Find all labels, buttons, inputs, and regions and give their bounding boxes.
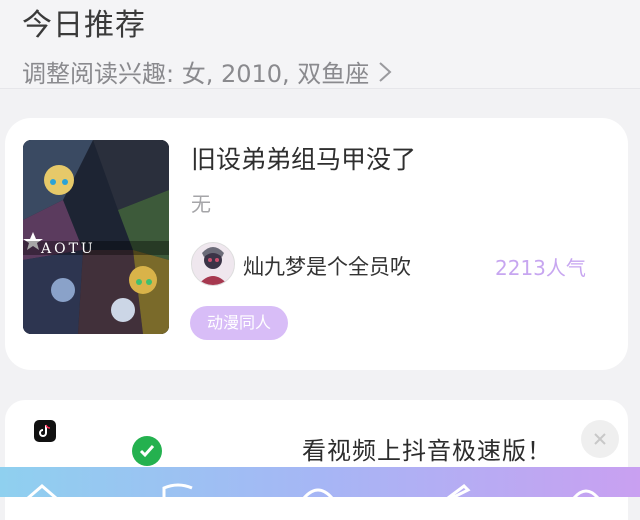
author-name[interactable]: 灿九梦是个全员吹 — [243, 251, 411, 281]
book-cover-image[interactable]: AOTU — [23, 140, 169, 334]
close-icon — [594, 433, 606, 445]
ad-banner[interactable]: 看视频上抖音极速版！ — [5, 400, 628, 520]
home-icon[interactable] — [22, 482, 62, 498]
category-tag[interactable]: 动漫同人 — [190, 306, 289, 340]
page-title: 今日推荐 — [22, 8, 146, 43]
reading-preferences-label: 调整阅读兴趣: 女, 2010, 双鱼座 — [22, 60, 370, 88]
page-header: 今日推荐 调整阅读兴趣: 女, 2010, 双鱼座 — [0, 0, 640, 89]
chevron-right-icon — [379, 61, 392, 82]
book-title[interactable]: 旧设弟弟组马甲没了 — [191, 140, 416, 176]
write-icon[interactable] — [438, 482, 478, 498]
reading-preferences-link[interactable]: 调整阅读兴趣: 女, 2010, 双鱼座 — [22, 54, 393, 89]
book-recommendation-card[interactable]: AOTU 旧设弟弟组马甲没了 无 灿九梦是个全员吹 2213人气 动漫同人 — [5, 118, 628, 370]
book-description: 无 — [191, 192, 211, 216]
popularity-count: 2213人气 — [495, 256, 586, 280]
avatar-image — [192, 243, 234, 285]
bottom-tab-bar — [0, 467, 640, 498]
discover-icon[interactable] — [298, 482, 338, 498]
cover-title-text: AOTU — [40, 241, 96, 257]
book-icon[interactable] — [158, 482, 198, 498]
profile-icon[interactable] — [566, 482, 606, 498]
close-ad-button[interactable] — [581, 420, 619, 458]
douyin-logo-icon — [34, 420, 56, 442]
book-cover-art: AOTU — [23, 140, 169, 334]
author-avatar[interactable] — [191, 242, 235, 286]
ad-text[interactable]: 看视频上抖音极速版！ — [302, 431, 552, 466]
check-circle-icon — [132, 436, 162, 466]
